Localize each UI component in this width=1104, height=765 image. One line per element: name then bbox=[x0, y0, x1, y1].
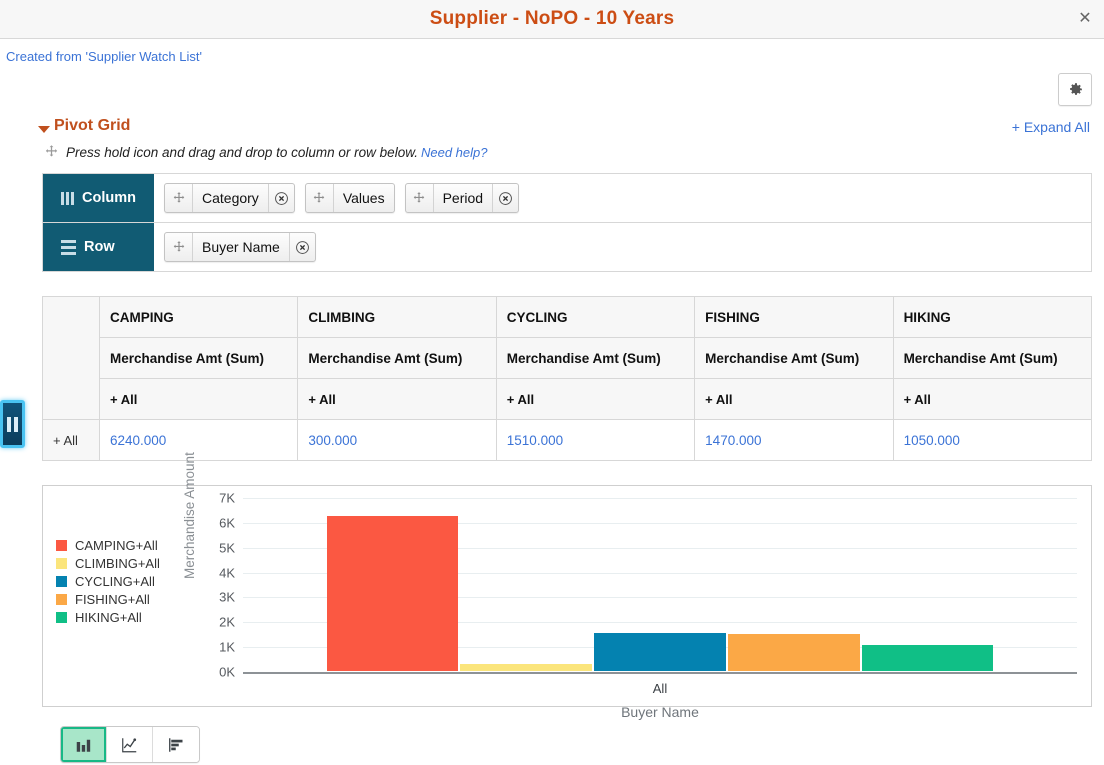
chart-y-tick: 4K bbox=[219, 565, 235, 581]
table-cell-camping[interactable]: 6240.000 bbox=[98, 419, 299, 461]
chip-label: Period bbox=[442, 190, 484, 206]
column-bars-icon bbox=[61, 191, 74, 205]
horizontal-bar-chart-button[interactable] bbox=[153, 727, 199, 762]
line-chart-icon bbox=[122, 737, 137, 752]
bar-chart-icon bbox=[76, 739, 91, 752]
table-header-row-period: + All + All + All + All + All bbox=[43, 378, 1093, 420]
chart-bar[interactable] bbox=[727, 634, 860, 671]
horizontal-bar-chart-icon bbox=[168, 737, 182, 752]
chip-category[interactable]: Category bbox=[164, 183, 295, 213]
collapse-caret-icon[interactable] bbox=[38, 126, 50, 133]
dropzone-row-items: Buyer Name bbox=[154, 223, 1091, 271]
chart-bar[interactable] bbox=[861, 644, 994, 671]
chart-y-tick: 5K bbox=[219, 540, 235, 556]
chip-label: Values bbox=[342, 190, 385, 206]
table-period-expand[interactable]: + All bbox=[297, 378, 497, 420]
table-measure-header: Merchandise Amt (Sum) bbox=[98, 337, 299, 379]
chart-y-tick: 1K bbox=[219, 639, 235, 655]
chart-x-axis-title: Buyer Name bbox=[621, 704, 699, 720]
table-cell-hiking[interactable]: 1050.000 bbox=[892, 419, 1093, 461]
table-header-row-category: CAMPING CLIMBING CYCLING FISHING HIKING bbox=[42, 296, 1093, 420]
chip-label: Buyer Name bbox=[202, 239, 280, 255]
table-header-hiking[interactable]: HIKING bbox=[892, 296, 1093, 338]
pivot-grid-title: Pivot Grid bbox=[54, 117, 131, 134]
dropzone-column-text: Column bbox=[82, 190, 136, 206]
panel-collapse-handle[interactable] bbox=[0, 400, 25, 448]
gear-icon bbox=[1069, 83, 1082, 95]
table-row-header-all[interactable]: + All bbox=[42, 419, 100, 461]
pivot-grid-header: Pivot Grid + Expand All bbox=[0, 117, 1104, 143]
remove-circle-icon[interactable] bbox=[267, 184, 294, 212]
chart-panel: CAMPING+All CLIMBING+All CYCLING+All FISHIN… bbox=[42, 452, 1092, 707]
table-measure-header: Merchandise Amt (Sum) bbox=[694, 337, 894, 379]
table-header-climbing[interactable]: CLIMBING bbox=[297, 296, 497, 338]
move-icon[interactable] bbox=[406, 184, 434, 212]
chart-bar[interactable] bbox=[460, 663, 593, 671]
chip-buyer-name[interactable]: Buyer Name bbox=[164, 232, 316, 262]
table-cell-cycling[interactable]: 1510.000 bbox=[495, 419, 696, 461]
pivot-grid-hint: Press hold icon and drag and drop to col… bbox=[0, 143, 1104, 167]
gear-button[interactable] bbox=[1058, 73, 1092, 106]
row-lines-icon bbox=[61, 239, 76, 255]
table-period-expand[interactable]: + All bbox=[495, 378, 696, 420]
dropzone-column[interactable]: Column Category Values Period bbox=[43, 173, 1091, 222]
table-header-row-measure: Merchandise Amt (Sum) Merchandise Amt (S… bbox=[43, 337, 1093, 379]
table-period-expand[interactable]: + All bbox=[98, 378, 299, 420]
table-cell-climbing[interactable]: 300.000 bbox=[297, 419, 497, 461]
need-help-link[interactable]: Need help? bbox=[421, 145, 488, 160]
dropzone-row-text: Row bbox=[84, 239, 115, 255]
move-icon[interactable] bbox=[165, 233, 193, 261]
close-icon[interactable]: ✕ bbox=[1074, 8, 1096, 30]
table-header-cycling[interactable]: CYCLING bbox=[495, 296, 696, 338]
table-period-expand[interactable]: + All bbox=[694, 378, 894, 420]
window-title-bar: Supplier - NoPO - 10 Years ✕ bbox=[0, 0, 1104, 39]
table-header-fishing[interactable]: FISHING bbox=[694, 296, 894, 338]
chart-type-toggle-group bbox=[60, 726, 200, 763]
table-measure-header: Merchandise Amt (Sum) bbox=[297, 337, 497, 379]
dropzone-column-label: Column bbox=[43, 174, 154, 222]
chart-x-tick: All bbox=[652, 681, 668, 696]
line-chart-button[interactable] bbox=[107, 727, 153, 762]
toolbar bbox=[0, 73, 1104, 117]
table-measure-header: Merchandise Amt (Sum) bbox=[892, 337, 1093, 379]
chart-gridline bbox=[243, 498, 1077, 499]
pivot-dropzones: Column Category Values Period Row Buyer … bbox=[42, 173, 1092, 272]
chip-label: Category bbox=[202, 190, 259, 206]
move-icon[interactable] bbox=[306, 184, 334, 212]
subheader: Created from 'Supplier Watch List' bbox=[0, 39, 1104, 73]
dropzone-row[interactable]: Row Buyer Name bbox=[43, 222, 1091, 271]
chart-bar[interactable] bbox=[594, 633, 726, 671]
chart-y-tick: 2K bbox=[219, 614, 235, 630]
pivot-grid-hint-text: Press hold icon and drag and drop to col… bbox=[66, 145, 418, 160]
remove-circle-icon[interactable] bbox=[288, 233, 315, 261]
table-measure-header: Merchandise Amt (Sum) bbox=[495, 337, 696, 379]
move-icon[interactable] bbox=[165, 184, 193, 212]
chart: CAMPING+All CLIMBING+All CYCLING+All FISHIN… bbox=[43, 452, 1091, 706]
expand-all-link[interactable]: + Expand All bbox=[1012, 119, 1090, 135]
table-cell-fishing[interactable]: 1470.000 bbox=[694, 419, 894, 461]
table-period-expand[interactable]: + All bbox=[892, 378, 1093, 420]
chart-y-tick: 7K bbox=[219, 490, 235, 506]
table-header-camping[interactable]: CAMPING bbox=[98, 296, 299, 338]
chart-y-tick: 6K bbox=[219, 515, 235, 531]
chart-axis-line bbox=[243, 672, 1077, 674]
chip-values[interactable]: Values bbox=[304, 183, 395, 213]
move-icon bbox=[45, 145, 58, 157]
pivot-table: CAMPING CLIMBING CYCLING FISHING HIKING … bbox=[42, 296, 1093, 461]
dropzone-row-label: Row bbox=[43, 223, 154, 271]
chart-plot-area: 0K 1K 2K 3K 4K 5K 6K 7K bbox=[43, 486, 1091, 706]
bar-chart-button[interactable] bbox=[61, 727, 107, 762]
table-corner-cell bbox=[42, 296, 100, 420]
chart-y-tick: 3K bbox=[219, 589, 235, 605]
remove-circle-icon[interactable] bbox=[492, 184, 518, 212]
pivot-table-wrapper: CAMPING CLIMBING CYCLING FISHING HIKING … bbox=[42, 296, 1093, 461]
chart-bar[interactable] bbox=[326, 515, 459, 671]
chip-period[interactable]: Period bbox=[404, 183, 520, 213]
table-row: + All 6240.000 300.000 1510.000 1470.000… bbox=[42, 419, 1093, 461]
pause-handle-icon bbox=[7, 416, 18, 432]
created-from-link[interactable]: Created from 'Supplier Watch List' bbox=[6, 49, 202, 64]
dropzone-column-items: Category Values Period bbox=[154, 174, 1091, 222]
chart-y-tick: 0K bbox=[219, 664, 235, 680]
page-title: Supplier - NoPO - 10 Years bbox=[429, 8, 675, 29]
